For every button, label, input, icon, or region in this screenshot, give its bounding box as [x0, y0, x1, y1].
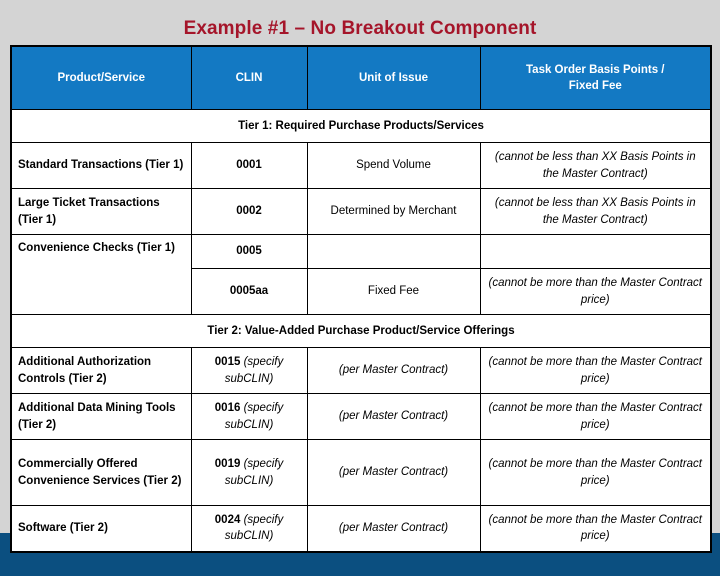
cell-task-order-basis: (cannot be more than the Master Contract… — [479, 268, 712, 315]
column-header-product-service: Product/Service — [10, 45, 192, 110]
cell-task-order-basis: (cannot be more than the Master Contract… — [479, 505, 712, 552]
cell-product-service: Additional Authorization Controls (Tier … — [10, 347, 192, 394]
slide-canvas: Example #1 – No Breakout Component Produ… — [0, 0, 720, 576]
column-header-clin: CLIN — [190, 45, 308, 110]
tier1-band-label: Tier 1: Required Purchase Products/Servi… — [10, 109, 712, 143]
cell-task-order-basis: (cannot be more than the Master Contract… — [479, 347, 712, 394]
cell-product-service: Software (Tier 2) — [10, 505, 192, 552]
cell-clin: 0024 (specify subCLIN) — [190, 505, 308, 552]
cell-clin: 0016 (specify subCLIN) — [190, 393, 308, 440]
cell-clin-number: 0015 — [214, 356, 241, 369]
tier1-band-row: Tier 1: Required Purchase Products/Servi… — [10, 109, 712, 143]
cell-product-service: Additional Data Mining Tools (Tier 2) — [10, 393, 192, 440]
cell-unit-of-issue: (per Master Contract) — [306, 347, 481, 394]
table-row: Convenience Checks (Tier 1) 0005 — [10, 234, 712, 315]
cell-product-service: Standard Transactions (Tier 1) — [10, 142, 192, 189]
column-header-task-order-basis: Task Order Basis Points / Fixed Fee — [479, 45, 712, 110]
table-header-row: Product/Service CLIN Unit of Issue Task … — [10, 45, 712, 110]
cell-task-order-basis: (cannot be less than XX Basis Points in … — [479, 142, 712, 189]
cell-clin: 0005aa — [190, 268, 308, 315]
cell-task-order-basis-disabled — [479, 234, 712, 269]
cell-clin-number: 0024 — [214, 513, 241, 526]
cell-unit-of-issue: (per Master Contract) — [306, 393, 481, 440]
clin-table-container: Product/Service CLIN Unit of Issue Task … — [10, 45, 712, 553]
column-header-task-order-basis-line2: Fixed Fee — [568, 80, 622, 92]
cell-unit-of-issue-disabled — [306, 234, 481, 269]
table-row: Additional Data Mining Tools (Tier 2) 00… — [10, 393, 712, 440]
cell-product-service: Convenience Checks (Tier 1) — [10, 234, 192, 315]
cell-task-order-basis: (cannot be less than XX Basis Points in … — [479, 188, 712, 235]
cell-clin-number: 0016 — [214, 402, 241, 415]
slide-title: Example #1 – No Breakout Component — [183, 18, 537, 39]
tier2-band-row: Tier 2: Value-Added Purchase Product/Ser… — [10, 314, 712, 348]
cell-unit-of-issue: (per Master Contract) — [306, 439, 481, 506]
cell-clin: 0001 — [190, 142, 308, 189]
tier2-band-label: Tier 2: Value-Added Purchase Product/Ser… — [10, 314, 712, 348]
cell-clin-number: 0019 — [214, 458, 241, 471]
table-row: Software (Tier 2) 0024 (specify subCLIN)… — [10, 505, 712, 552]
cell-unit-of-issue: Fixed Fee — [306, 268, 481, 315]
cell-product-service: Commercially Offered Convenience Service… — [10, 439, 192, 506]
column-header-task-order-basis-line1: Task Order Basis Points / — [526, 63, 665, 76]
column-header-unit-of-issue: Unit of Issue — [306, 45, 481, 110]
cell-unit-of-issue: (per Master Contract) — [306, 505, 481, 552]
cell-task-order-basis: (cannot be more than the Master Contract… — [479, 439, 712, 506]
cell-clin: 0005 — [190, 234, 308, 269]
table-row: Standard Transactions (Tier 1) 0001 Spen… — [10, 142, 712, 189]
cell-task-order-basis: (cannot be more than the Master Contract… — [479, 393, 712, 440]
table-row: Additional Authorization Controls (Tier … — [10, 347, 712, 394]
cell-unit-of-issue: Spend Volume — [306, 142, 481, 189]
cell-unit-of-issue: Determined by Merchant — [306, 188, 481, 235]
cell-clin: 0015 (specify subCLIN) — [190, 347, 308, 394]
table-row: Commercially Offered Convenience Service… — [10, 439, 712, 506]
cell-clin: 0019 (specify subCLIN) — [190, 439, 308, 506]
cell-clin: 0002 — [190, 188, 308, 235]
table-row: Large Ticket Transactions (Tier 1) 0002 … — [10, 188, 712, 235]
cell-product-service: Large Ticket Transactions (Tier 1) — [10, 188, 192, 235]
clin-table: Product/Service CLIN Unit of Issue Task … — [10, 45, 712, 553]
